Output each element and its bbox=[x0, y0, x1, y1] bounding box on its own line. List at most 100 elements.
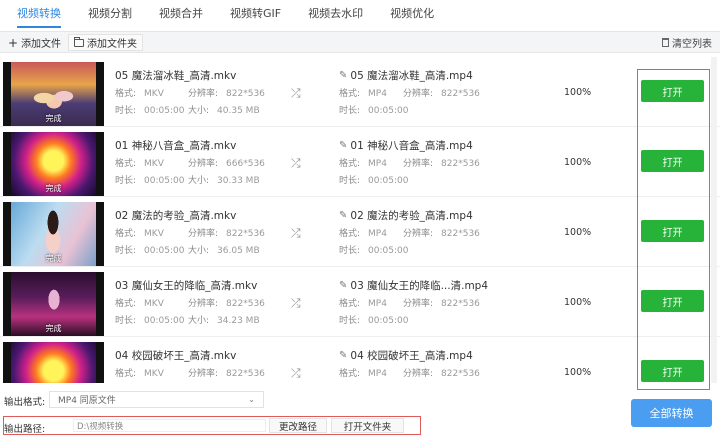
open-button[interactable]: 打开 bbox=[641, 360, 704, 382]
add-folder-button[interactable]: 添加文件夹 bbox=[68, 34, 143, 51]
tab-video-merge[interactable]: 视频合并 bbox=[159, 0, 203, 28]
output-file-name-text: 04 校园破坏王_高清.mp4 bbox=[350, 350, 473, 362]
duration-value: 00:05:00 bbox=[368, 106, 409, 116]
duration-value: 00:05:00 bbox=[368, 176, 409, 186]
resolution-label: 分辨率: bbox=[403, 159, 434, 169]
progress-percent: 100% bbox=[564, 297, 592, 308]
edit-icon[interactable]: ✎ bbox=[339, 70, 347, 81]
format-label: 格式: bbox=[115, 89, 137, 99]
open-button[interactable]: 打开 bbox=[641, 290, 704, 312]
source-resolution: 分辨率: 822*536 bbox=[188, 226, 265, 239]
trash-icon bbox=[662, 38, 669, 47]
open-button[interactable]: 打开 bbox=[641, 220, 704, 242]
duration-label: 时长: bbox=[115, 176, 137, 186]
edit-icon[interactable]: ✎ bbox=[339, 350, 347, 361]
convert-all-button[interactable]: 全部转换 bbox=[631, 399, 712, 427]
size-label: 大小: bbox=[188, 106, 210, 116]
tab-remove-watermark[interactable]: 视频去水印 bbox=[308, 0, 363, 28]
format-value: MP4 bbox=[368, 159, 387, 169]
resolution-value: 822*536 bbox=[226, 299, 265, 309]
tab-video-to-gif[interactable]: 视频转GIF bbox=[230, 0, 281, 28]
change-path-button[interactable]: 更改路径 bbox=[269, 418, 327, 433]
duration-value: 00:05:00 bbox=[144, 176, 185, 186]
video-thumbnail[interactable] bbox=[3, 342, 104, 383]
resolution-label: 分辨率: bbox=[188, 229, 219, 239]
video-thumbnail[interactable]: 完成 bbox=[3, 62, 104, 126]
resolution-label: 分辨率: bbox=[188, 159, 219, 169]
output-resolution: 分辨率: 822*536 bbox=[403, 296, 480, 309]
size-label: 大小: bbox=[188, 246, 210, 256]
edit-icon[interactable]: ✎ bbox=[339, 210, 347, 221]
resolution-label: 分辨率: bbox=[403, 229, 434, 239]
output-settings-panel: 输出格式: MP4 同原文件 ⌄ 输出路径: D:\视频转换 更改路径 打开文件… bbox=[0, 385, 720, 438]
source-format: 格式: MKV bbox=[115, 86, 164, 99]
video-thumbnail[interactable]: 完成 bbox=[3, 272, 104, 336]
resolution-label: 分辨率: bbox=[188, 369, 219, 379]
source-format: 格式: MKV bbox=[115, 226, 164, 239]
resolution-label: 分辨率: bbox=[403, 369, 434, 379]
video-thumbnail[interactable]: 完成 bbox=[3, 202, 104, 266]
output-file-name[interactable]: ✎ 05 魔法溜冰鞋_高清.mp4 bbox=[339, 68, 473, 83]
resolution-label: 分辨率: bbox=[403, 89, 434, 99]
output-file-name-text: 02 魔法的考验_高清.mp4 bbox=[350, 210, 473, 222]
resolution-value: 822*536 bbox=[441, 299, 480, 309]
tab-bar: 视频转换 视频分割 视频合并 视频转GIF 视频去水印 视频优化 bbox=[0, 0, 720, 28]
duration-value: 00:05:00 bbox=[368, 246, 409, 256]
output-duration: 时长: 00:05:00 bbox=[339, 243, 408, 256]
output-file-name[interactable]: ✎ 03 魔仙女王的降临...清.mp4 bbox=[339, 278, 488, 293]
output-file-name[interactable]: ✎ 04 校园破坏王_高清.mp4 bbox=[339, 348, 473, 363]
resolution-value: 822*536 bbox=[226, 229, 265, 239]
list-scrollbar[interactable] bbox=[711, 57, 717, 383]
duration-value: 00:05:00 bbox=[144, 106, 185, 116]
size-value: 40.35 MB bbox=[217, 106, 260, 116]
clear-list-button[interactable]: 清空列表 bbox=[657, 34, 717, 51]
tab-video-optimize[interactable]: 视频优化 bbox=[390, 0, 434, 28]
duration-label: 时长: bbox=[339, 316, 361, 326]
file-row: 完成 05 魔法溜冰鞋_高清.mkv 格式: MKV 分辨率: 822*536 时长… bbox=[0, 57, 720, 127]
source-file-name: 02 魔法的考验_高清.mkv bbox=[115, 210, 237, 222]
output-duration: 时长: 00:05:00 bbox=[339, 103, 408, 116]
duration-label: 时长: bbox=[339, 106, 361, 116]
video-thumbnail[interactable]: 完成 bbox=[3, 132, 104, 196]
duration-label: 时长: bbox=[339, 246, 361, 256]
open-folder-button[interactable]: 打开文件夹 bbox=[331, 418, 404, 433]
format-label: 格式: bbox=[339, 369, 361, 379]
resolution-value: 666*536 bbox=[226, 159, 265, 169]
add-file-button[interactable]: + 添加文件 bbox=[3, 34, 66, 51]
size-value: 34.23 MB bbox=[217, 316, 260, 326]
size-value: 36.05 MB bbox=[217, 246, 260, 256]
source-file-name: 05 魔法溜冰鞋_高清.mkv bbox=[115, 70, 237, 82]
tab-video-split[interactable]: 视频分割 bbox=[88, 0, 132, 28]
format-label: 格式: bbox=[339, 229, 361, 239]
output-file-name[interactable]: ✎ 02 魔法的考验_高清.mp4 bbox=[339, 208, 473, 223]
source-file-name: 04 校园破坏王_高清.mkv bbox=[115, 350, 237, 362]
output-format: 格式: MP4 bbox=[339, 366, 387, 379]
open-button[interactable]: 打开 bbox=[641, 150, 704, 172]
format-label: 格式: bbox=[115, 229, 137, 239]
source-size: 大小: 36.05 MB bbox=[188, 243, 260, 256]
shuffle-icon: ⤮ bbox=[291, 296, 301, 310]
resolution-value: 822*536 bbox=[226, 89, 265, 99]
tab-video-convert[interactable]: 视频转换 bbox=[17, 0, 61, 28]
resolution-value: 822*536 bbox=[441, 229, 480, 239]
shuffle-icon: ⤮ bbox=[291, 226, 301, 240]
format-value: MKV bbox=[144, 159, 164, 169]
add-file-label: 添加文件 bbox=[21, 39, 62, 50]
output-path-field[interactable]: D:\视频转换 bbox=[73, 419, 266, 432]
source-resolution: 分辨率: 822*536 bbox=[188, 86, 265, 99]
resolution-label: 分辨率: bbox=[188, 299, 219, 309]
output-format-select[interactable]: MP4 同原文件 ⌄ bbox=[49, 391, 264, 408]
format-label: 格式: bbox=[339, 299, 361, 309]
format-label: 格式: bbox=[339, 89, 361, 99]
size-label: 大小: bbox=[188, 176, 210, 186]
open-button[interactable]: 打开 bbox=[641, 80, 704, 102]
output-file-name-text: 01 神秘八音盒_高清.mp4 bbox=[350, 140, 473, 152]
output-file-name[interactable]: ✎ 01 神秘八音盒_高清.mp4 bbox=[339, 138, 473, 153]
source-size: 大小: 40.35 MB bbox=[188, 103, 260, 116]
edit-icon[interactable]: ✎ bbox=[339, 140, 347, 151]
format-value: MKV bbox=[144, 299, 164, 309]
edit-icon[interactable]: ✎ bbox=[339, 280, 347, 291]
output-resolution: 分辨率: 822*536 bbox=[403, 156, 480, 169]
duration-label: 时长: bbox=[115, 316, 137, 326]
resolution-value: 822*536 bbox=[226, 369, 265, 379]
